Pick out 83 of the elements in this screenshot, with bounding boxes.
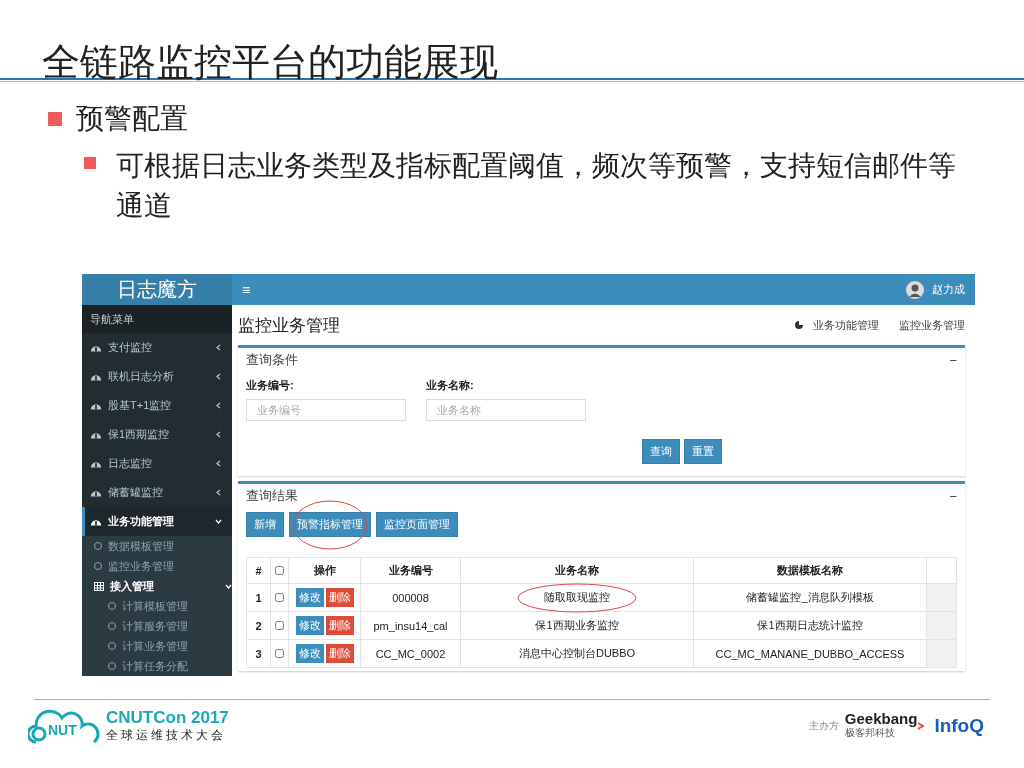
sponsor-logo: Geekbang	[844, 712, 918, 726]
table-cell: 消息中心控制台DUBBO	[518, 647, 636, 659]
sidebar-subitem[interactable]: 计算任务分配	[82, 656, 232, 676]
collapse-button[interactable]: −	[949, 488, 957, 504]
menu-icon[interactable]: ≡	[242, 281, 251, 298]
chevron-left-icon	[215, 489, 222, 496]
toolbar-button[interactable]: 监控页面管理	[376, 512, 458, 537]
chevron-left-icon	[215, 344, 222, 351]
breadcrumb-link[interactable]: 监控业务管理	[899, 317, 965, 333]
column-header: 业务编号	[360, 557, 461, 584]
table-cell: CC_MC_MANANE_DUBBO_ACCESS	[693, 639, 927, 668]
table-cell: 储蓄罐监控_消息队列模板	[693, 583, 927, 612]
column-header: 数据模板名称	[693, 557, 927, 584]
toolbar-button[interactable]: 新增	[246, 512, 284, 537]
column-header: 业务名称	[460, 557, 694, 584]
sidebar-subitem[interactable]: 计算模板管理	[82, 596, 232, 616]
checkbox[interactable]	[275, 565, 284, 575]
collapse-button[interactable]: −	[949, 352, 957, 368]
sidebar-subitem[interactable]: 计算业务管理	[82, 636, 232, 656]
query-button[interactable]: 重置	[683, 439, 722, 464]
table-cell: 保1西期日志统计监控	[693, 611, 927, 640]
table-cell: 000008	[360, 583, 461, 612]
bullet-text: 预警配置	[76, 102, 188, 136]
table-icon	[94, 581, 104, 591]
edit-button[interactable]: 修改	[295, 616, 324, 635]
sidebar-subitem[interactable]: 监控业务管理	[82, 556, 232, 576]
table-cell: CC_MC_0002	[360, 639, 461, 668]
bullet-icon	[48, 112, 62, 126]
chevron-left-icon	[215, 460, 222, 467]
chevron-left-icon	[215, 373, 222, 380]
sidebar-subitem[interactable]: 数据模板管理	[82, 536, 232, 556]
app-logo: 日志魔方	[82, 274, 232, 305]
delete-button[interactable]: 删除	[325, 588, 354, 607]
column-header: 操作	[288, 557, 361, 584]
sidebar-item[interactable]: 支付监控	[82, 333, 232, 362]
table-cell: 3	[246, 639, 271, 668]
input-field[interactable]: 业务名称	[426, 399, 586, 421]
sidebar-subitem[interactable]: 计算服务管理	[82, 616, 232, 636]
logo-text: NUT	[48, 722, 77, 738]
sidebar-item[interactable]: 储蓄罐监控	[82, 478, 232, 507]
pie-chart-icon	[795, 321, 803, 329]
organizer-label: 主办方	[808, 719, 839, 733]
panel-title: 查询条件	[246, 351, 298, 369]
sidebar-heading: 导航菜单	[82, 305, 232, 333]
sponsor-subtitle: 极客邦科技	[844, 727, 896, 740]
sidebar-item[interactable]: 日志监控	[82, 449, 232, 478]
table-cell: 随取取现监控	[544, 591, 610, 603]
table-cell: 2	[246, 611, 271, 640]
sidebar-item[interactable]: 保1西期监控	[82, 420, 232, 449]
partner-logo: InfoQ	[934, 715, 984, 737]
table-cell: 1	[246, 583, 271, 612]
input-field[interactable]: 业务编号	[246, 399, 406, 421]
user-name[interactable]: 赵力成	[932, 282, 965, 297]
breadcrumb-link[interactable]: 业务功能管理	[813, 317, 879, 333]
page-title: 监控业务管理	[238, 314, 340, 337]
table-cell: pm_insu14_cal	[360, 611, 461, 640]
edit-button[interactable]: 修改	[295, 644, 324, 663]
delete-button[interactable]: 删除	[325, 644, 354, 663]
conference-name: CNUTCon 2017	[106, 708, 229, 727]
cloud-logo-icon	[28, 708, 100, 744]
checkbox[interactable]	[275, 648, 284, 658]
edit-button[interactable]: 修改	[295, 588, 324, 607]
sidebar-subitem[interactable]: 接入管理	[82, 576, 232, 596]
field-label: 业务编号:	[246, 378, 295, 393]
avatar-icon	[906, 280, 924, 299]
conference-subtitle: 全球运维技术大会	[106, 726, 227, 744]
chevron-down-icon	[215, 518, 222, 525]
chevron-left-icon	[215, 431, 222, 438]
sidebar-item[interactable]: 股基T+1监控	[82, 391, 232, 420]
query-button[interactable]: 查询	[641, 439, 680, 464]
delete-button[interactable]: 删除	[325, 616, 354, 635]
column-header: #	[246, 557, 271, 584]
bullet-icon	[84, 157, 96, 169]
panel-title: 查询结果	[246, 487, 298, 505]
field-label: 业务名称:	[426, 378, 475, 393]
checkbox[interactable]	[275, 620, 284, 630]
sidebar-item[interactable]: 业务功能管理	[82, 507, 232, 536]
checkbox[interactable]	[275, 592, 284, 602]
bullet-text: 可根据日志业务类型及指标配置阈值，频次等预警，支持短信邮件等通道	[116, 149, 957, 223]
table-cell: 保1西期业务监控	[535, 619, 619, 631]
chevron-left-icon	[215, 402, 222, 409]
toolbar-button[interactable]: 预警指标管理	[289, 512, 371, 537]
sidebar-item[interactable]: 联机日志分析	[82, 362, 232, 391]
